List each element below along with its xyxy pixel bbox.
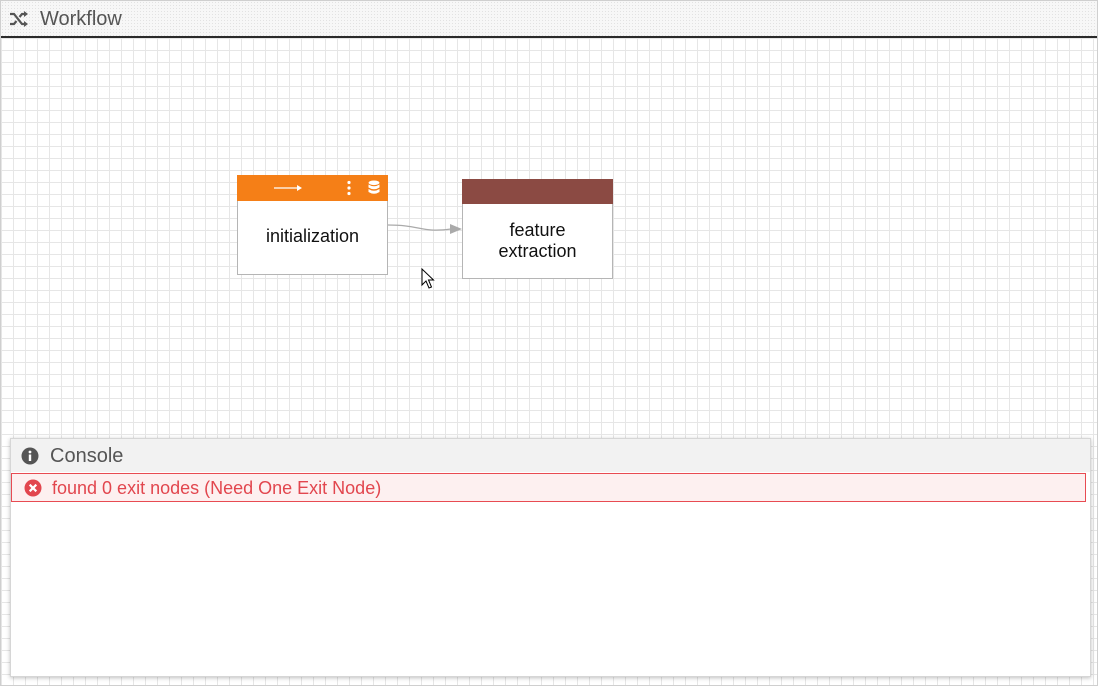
node-header[interactable] — [462, 179, 613, 204]
console-error-message: found 0 exit nodes (Need One Exit Node) — [11, 473, 1086, 502]
node-label: feature extraction — [463, 220, 612, 262]
database-icon[interactable] — [368, 180, 380, 196]
error-text: found 0 exit nodes (Need One Exit Node) — [52, 478, 382, 498]
error-circle-icon — [24, 479, 42, 497]
console-title: Console — [50, 445, 124, 467]
node-initialization[interactable]: initialization — [237, 175, 388, 275]
node-header[interactable] — [237, 175, 388, 201]
node-label-line: feature — [509, 220, 566, 240]
mouse-cursor-icon — [421, 268, 435, 289]
console-header[interactable]: Console — [11, 439, 1090, 472]
console-panel: Console found 0 exit nodes (Need One Exi… — [10, 438, 1091, 677]
title-bar: Workflow — [1, 1, 1097, 38]
window-title: Workflow — [40, 8, 122, 30]
workflow-window: Workflow initialization feature extracti… — [0, 0, 1098, 686]
info-circle-icon — [21, 447, 39, 465]
dots-vertical-icon[interactable] — [346, 180, 352, 196]
node-feature-extraction[interactable]: feature extraction — [462, 179, 613, 279]
node-label-line: extraction — [498, 241, 577, 261]
arrow-right-icon[interactable] — [273, 183, 303, 193]
shuffle-icon — [10, 11, 28, 27]
node-label: initialization — [265, 226, 360, 246]
